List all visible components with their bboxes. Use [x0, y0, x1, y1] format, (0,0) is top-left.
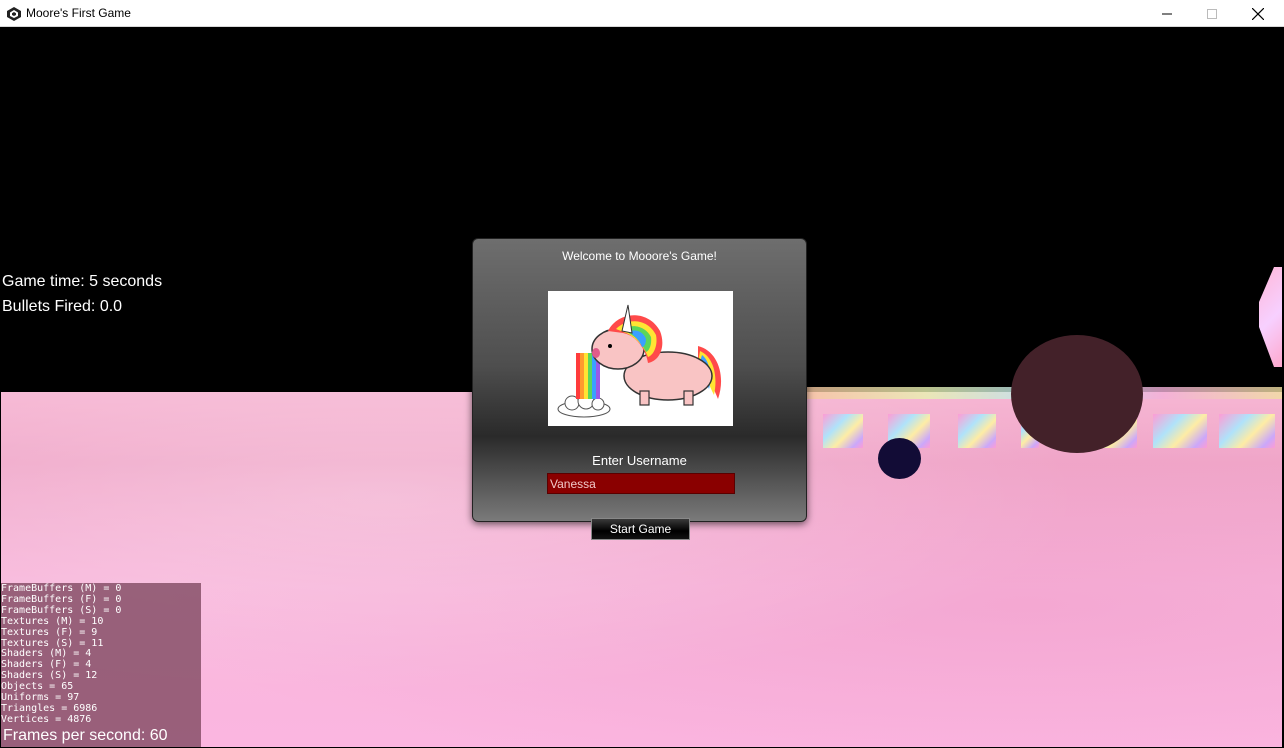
username-input[interactable] — [547, 473, 735, 494]
game-time-text: Game time: 5 seconds — [2, 273, 163, 290]
rainbow-unicorn-icon — [557, 304, 722, 418]
window-title: Moore's First Game — [26, 6, 131, 20]
window-titlebar: Moore's First Game — [0, 0, 1284, 27]
render-stats-panel: FrameBuffers (M) = 0 FrameBuffers (F) = … — [1, 583, 201, 747]
stat-line: Textures (M) = 10 — [1, 615, 104, 627]
render-stats-list: FrameBuffers (M) = 0 FrameBuffers (F) = … — [1, 583, 121, 726]
welcome-dialog: Welcome to Mooore's Game! Enter Username… — [472, 238, 807, 522]
pink-crystal — [1259, 267, 1282, 367]
bullets-fired-text: Bullets Fired: 0.0 — [2, 298, 123, 315]
close-icon — [1252, 7, 1264, 20]
stat-line: Textures (F) = 9 — [1, 626, 98, 638]
minimize-button[interactable] — [1144, 0, 1190, 27]
rainbow-cube — [1153, 414, 1207, 448]
maximize-icon — [1207, 8, 1217, 19]
stat-line: Vertices = 4876 — [1, 713, 92, 725]
close-button[interactable] — [1235, 0, 1281, 27]
dialog-title: Welcome to Mooore's Game! — [562, 249, 717, 263]
rainbow-cube — [1219, 414, 1275, 448]
minimize-icon — [1162, 13, 1172, 14]
start-game-button[interactable]: Start Game — [591, 518, 690, 540]
maroon-sphere — [1011, 335, 1143, 453]
unicorn-image — [548, 291, 733, 426]
rainbow-cube — [823, 414, 863, 448]
rainbow-cube — [958, 414, 996, 448]
navy-sphere — [878, 438, 921, 479]
maximize-button[interactable] — [1189, 0, 1235, 27]
username-label: Enter Username — [592, 453, 687, 468]
fps-counter: Frames per second: 60 — [3, 727, 168, 744]
unity-logo-icon — [6, 6, 22, 22]
